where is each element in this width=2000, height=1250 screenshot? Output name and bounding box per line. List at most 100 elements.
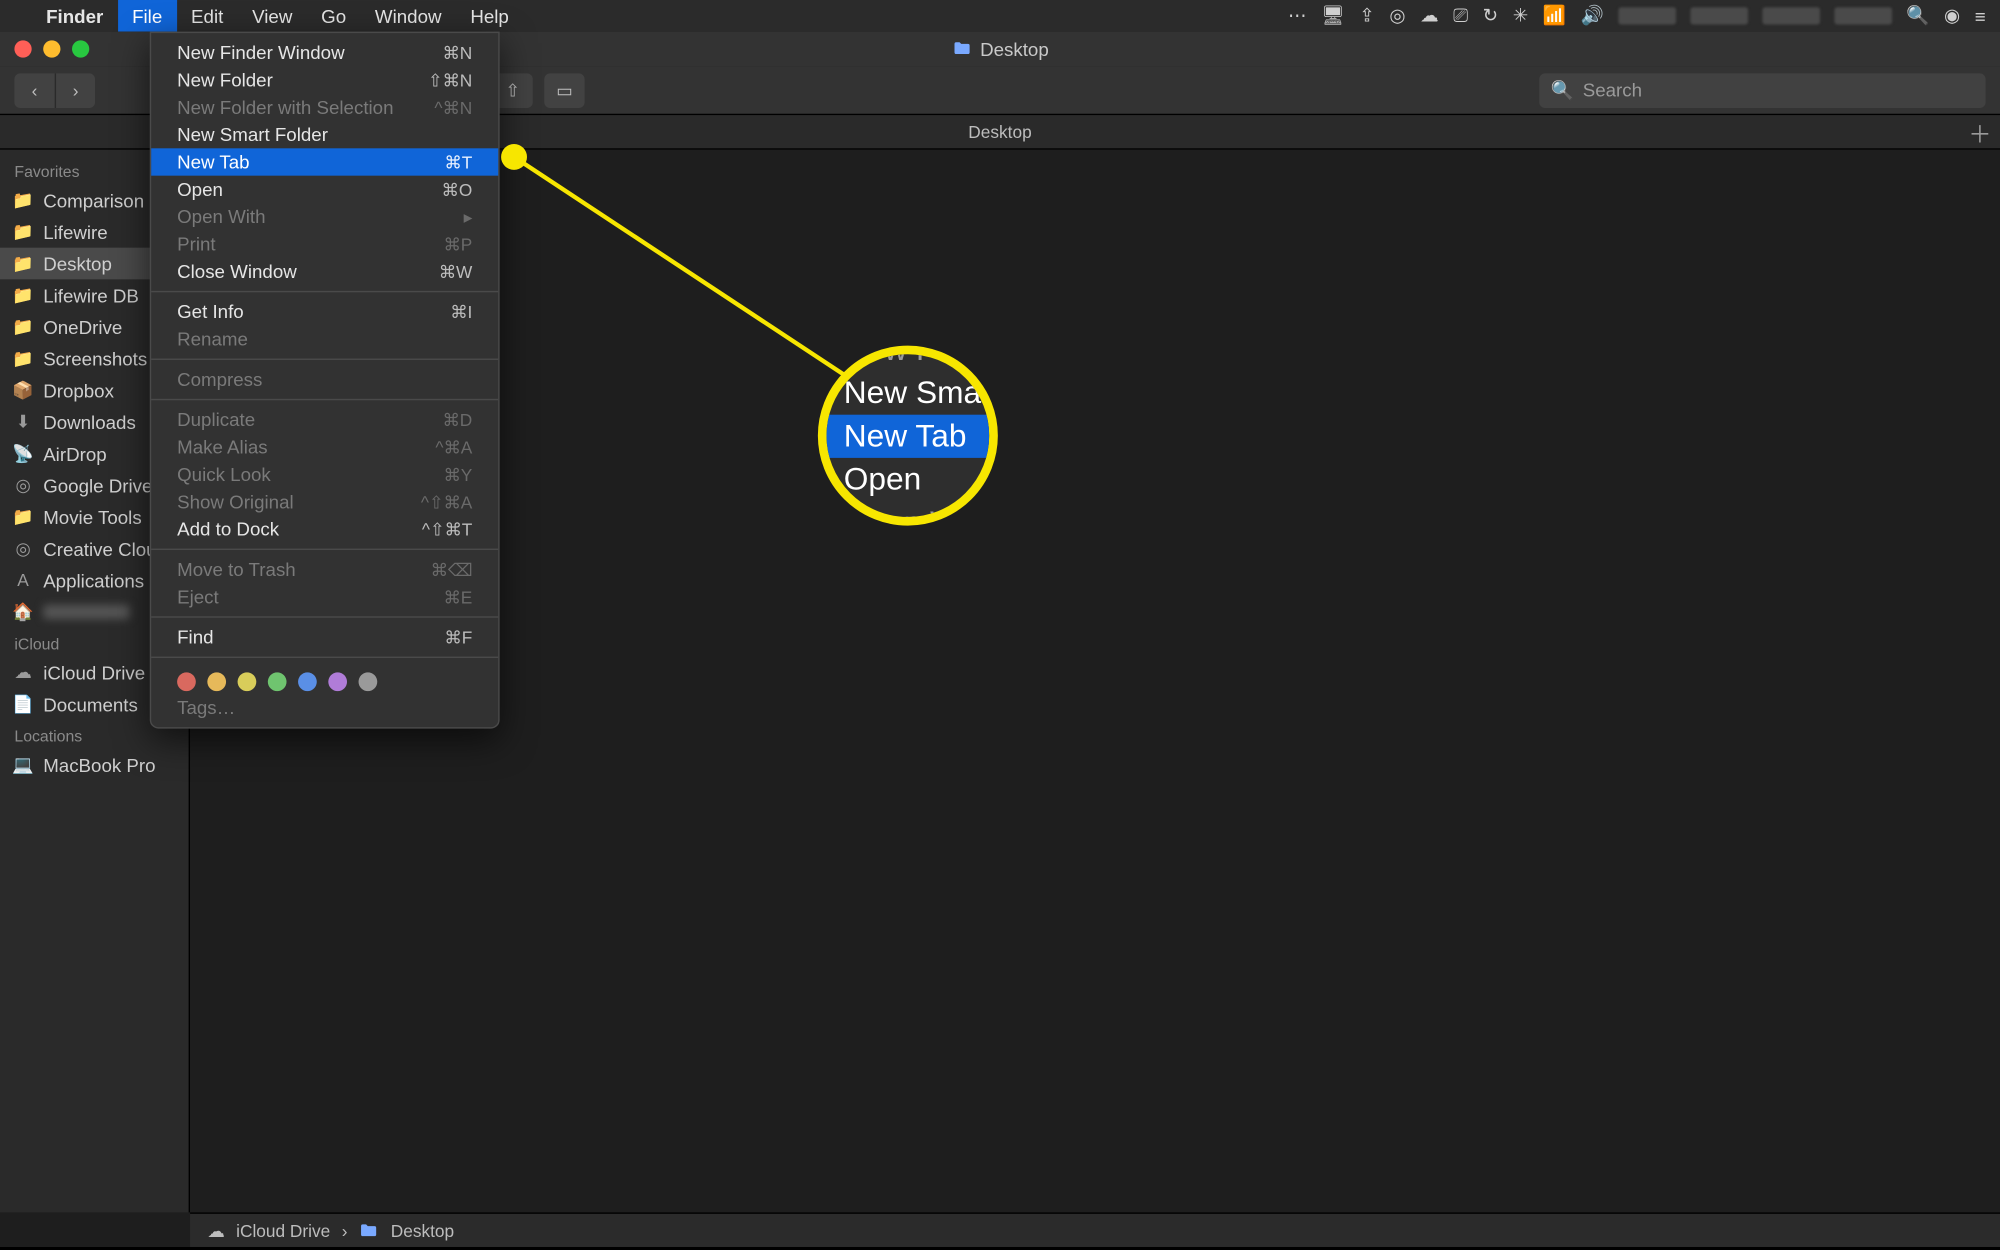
- sidebar-item-macbook-pro[interactable]: 💻MacBook Pro: [0, 749, 189, 781]
- menu-item-shortcut: ^⌘A: [435, 437, 472, 457]
- menu-item-open[interactable]: Open⌘O: [151, 176, 498, 203]
- status-icon[interactable]: 📶: [1543, 4, 1566, 27]
- status-icon[interactable]: ☁︎: [1420, 4, 1439, 27]
- path-seg-desktop[interactable]: Desktop: [391, 1220, 454, 1240]
- tags-row[interactable]: [151, 664, 498, 694]
- sidebar-item-icon: ◎: [12, 539, 35, 559]
- menu-help[interactable]: Help: [456, 0, 523, 32]
- appname[interactable]: Finder: [32, 5, 118, 27]
- status-icon[interactable]: ↻: [1483, 4, 1499, 27]
- tag-dot[interactable]: [328, 672, 347, 691]
- menu-item-label: Move to Trash: [177, 559, 296, 581]
- sidebar-item-label: Lifewire DB: [43, 284, 139, 306]
- tags-button[interactable]: ▭: [544, 73, 584, 108]
- menu-item-shortcut: ⌘I: [450, 302, 472, 322]
- sidebar-item-label: Downloads: [43, 411, 136, 433]
- tag-dot[interactable]: [359, 672, 378, 691]
- menu-item-label: Add to Dock: [177, 518, 279, 540]
- sidebar-item-label: Comparison: [43, 189, 144, 211]
- status-icon[interactable]: ✳︎: [1513, 4, 1529, 27]
- sidebar-item-icon: 📁: [12, 507, 35, 527]
- tag-dot[interactable]: [207, 672, 226, 691]
- tag-dot[interactable]: [298, 672, 317, 691]
- menu-item-new-smart-folder[interactable]: New Smart Folder: [151, 121, 498, 148]
- back-button[interactable]: ‹: [14, 73, 54, 108]
- sidebar-item-label: Screenshots: [43, 348, 147, 370]
- redacted-status: [1690, 7, 1748, 24]
- callout-zoom: New FolNew SmarNew TabOpenOpen W: [818, 346, 998, 526]
- menu-item-new-folder[interactable]: New Folder⇧⌘N: [151, 66, 498, 93]
- menu-item-new-tab[interactable]: New Tab⌘T: [151, 148, 498, 175]
- forward-button[interactable]: ›: [55, 73, 95, 108]
- menu-item-shortcut: ⌘N: [443, 42, 473, 62]
- status-icon[interactable]: ≡: [1975, 5, 1986, 27]
- menu-item-label: New Smart Folder: [177, 124, 328, 146]
- menu-item-shortcut: ⌘T: [444, 152, 472, 172]
- status-icon[interactable]: ⇪: [1359, 4, 1375, 27]
- menu-item-shortcut: ⌘D: [443, 410, 473, 430]
- menu-item-label: Compress: [177, 369, 262, 391]
- sidebar-item-icon: ◎: [12, 475, 35, 495]
- menu-item-find[interactable]: Find⌘F: [151, 623, 498, 650]
- status-icon[interactable]: ◉: [1944, 4, 1960, 27]
- status-icon[interactable]: ◎: [1389, 4, 1405, 27]
- sidebar-item-label: MacBook Pro: [43, 754, 155, 776]
- menu-view[interactable]: View: [238, 0, 307, 32]
- traffic-lights[interactable]: [0, 40, 89, 57]
- cloud-icon: ☁︎: [207, 1220, 224, 1240]
- menu-item-add-to-dock[interactable]: Add to Dock^⇧⌘T: [151, 515, 498, 542]
- status-icon[interactable]: 🔍: [1906, 4, 1929, 27]
- status-icon[interactable]: ⋯: [1288, 4, 1307, 27]
- menu-item-shortcut: ⌘W: [439, 261, 473, 281]
- sidebar-item-icon: 📁: [12, 285, 35, 305]
- close-icon[interactable]: [14, 40, 31, 57]
- menu-item-print: Print⌘P: [151, 230, 498, 257]
- sidebar-item-label: OneDrive: [43, 316, 122, 338]
- menu-go[interactable]: Go: [307, 0, 361, 32]
- tab-desktop[interactable]: Desktop: [968, 122, 1031, 142]
- window-title: Desktop: [951, 38, 1048, 60]
- menu-item-shortcut: ⌘F: [444, 627, 472, 647]
- menu-item-new-folder-with-selection: New Folder with Selection^⌘N: [151, 94, 498, 121]
- sidebar-item-label: iCloud Drive: [43, 662, 145, 684]
- menu-edit[interactable]: Edit: [177, 0, 238, 32]
- menu-window[interactable]: Window: [361, 0, 456, 32]
- pathbar[interactable]: ☁︎ iCloud Drive › Desktop: [190, 1212, 2000, 1247]
- menu-item-label: Close Window: [177, 261, 297, 283]
- tag-dot[interactable]: [268, 672, 287, 691]
- menu-item-label: Quick Look: [177, 464, 271, 486]
- callout-anchor-dot: [501, 144, 527, 170]
- chevron-right-icon: ›: [342, 1220, 348, 1240]
- menubar-right: ⋯ 🖥 ⇪ ◎ ☁︎ ⎚ ↻ ✳︎ 📶 🔊 🔍 ◉ ≡: [1288, 4, 2000, 27]
- folder-icon: [359, 1220, 379, 1240]
- menubar: Finder FileEditViewGoWindowHelp ⋯ 🖥 ⇪ ◎ ☁︎ ⎚ ↻…: [0, 0, 2000, 32]
- search-input[interactable]: 🔍 Search: [1539, 73, 1985, 108]
- sidebar-item-icon: ⬇︎: [12, 412, 35, 432]
- menu-item-quick-look: Quick Look ⌘Y: [151, 461, 498, 488]
- new-tab-button[interactable]: ＋: [1968, 114, 1991, 149]
- menu-item-compress: Compress: [151, 366, 498, 393]
- menu-item-new-finder-window[interactable]: New Finder Window ⌘N: [151, 39, 498, 66]
- zoom-icon[interactable]: [72, 40, 89, 57]
- minimize-icon[interactable]: [43, 40, 60, 57]
- redacted-status: [1618, 7, 1676, 24]
- menu-item-label: New Finder Window: [177, 42, 345, 64]
- menu-item-close-window[interactable]: Close Window ⌘W: [151, 258, 498, 285]
- status-icon[interactable]: 🖥: [1321, 4, 1345, 27]
- menu-item-shortcut: ^⇧⌘A: [421, 492, 472, 512]
- tag-dot[interactable]: [238, 672, 257, 691]
- menu-item-shortcut: ⇧⌘N: [428, 70, 472, 90]
- path-seg-icloud[interactable]: iCloud Drive: [236, 1220, 330, 1240]
- menu-item-get-info[interactable]: Get Info⌘I: [151, 298, 498, 325]
- status-icon[interactable]: ⎚: [1453, 4, 1468, 27]
- menu-item-shortcut: ⌘Y: [443, 464, 472, 484]
- status-icon[interactable]: 🔊: [1581, 4, 1604, 27]
- menu-file[interactable]: File: [118, 0, 177, 32]
- tag-dot[interactable]: [177, 672, 196, 691]
- sidebar-item-icon: 📁: [12, 253, 35, 273]
- menu-item-label: Show Original: [177, 491, 294, 513]
- redacted-status: [1762, 7, 1820, 24]
- search-icon: 🔍: [1551, 78, 1574, 101]
- sidebar-item-label: Lifewire: [43, 221, 108, 243]
- callout-row: Open: [827, 457, 990, 500]
